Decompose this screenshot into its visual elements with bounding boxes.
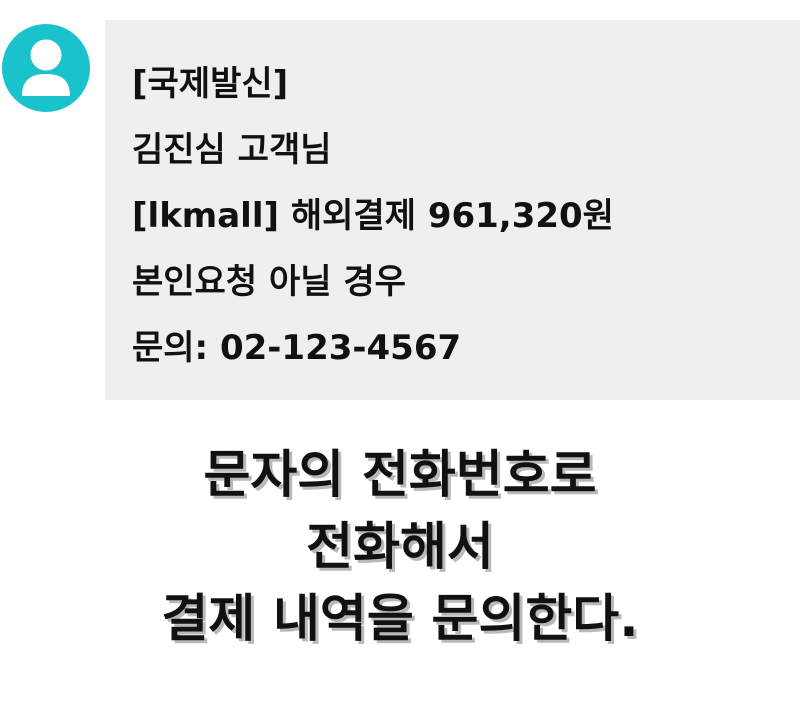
message-line-contact: 문의: 02-123-4567 (132, 328, 462, 368)
sender-avatar[interactable] (2, 24, 90, 112)
message-line-recipient: 김진심 고객님 (132, 130, 332, 170)
caption-line-1: 문자의 전화번호로 (203, 446, 597, 505)
message-line-notice: 본인요청 아닐 경우 (132, 262, 406, 302)
caption-line-2: 전화해서 (306, 518, 494, 577)
message-line-header: [국제발신] (132, 64, 289, 104)
person-icon (22, 39, 70, 96)
caption-line-3: 결제 내역을 문의한다. (161, 590, 639, 649)
message-bubble: [국제발신] 김진심 고객님 [lkmall] 해외결제 961,320원 본인… (105, 20, 800, 400)
instruction-caption: 문자의 전화번호로 전화해서 결제 내역을 문의한다. (0, 440, 800, 656)
message-line-payment: [lkmall] 해외결제 961,320원 (132, 196, 614, 236)
